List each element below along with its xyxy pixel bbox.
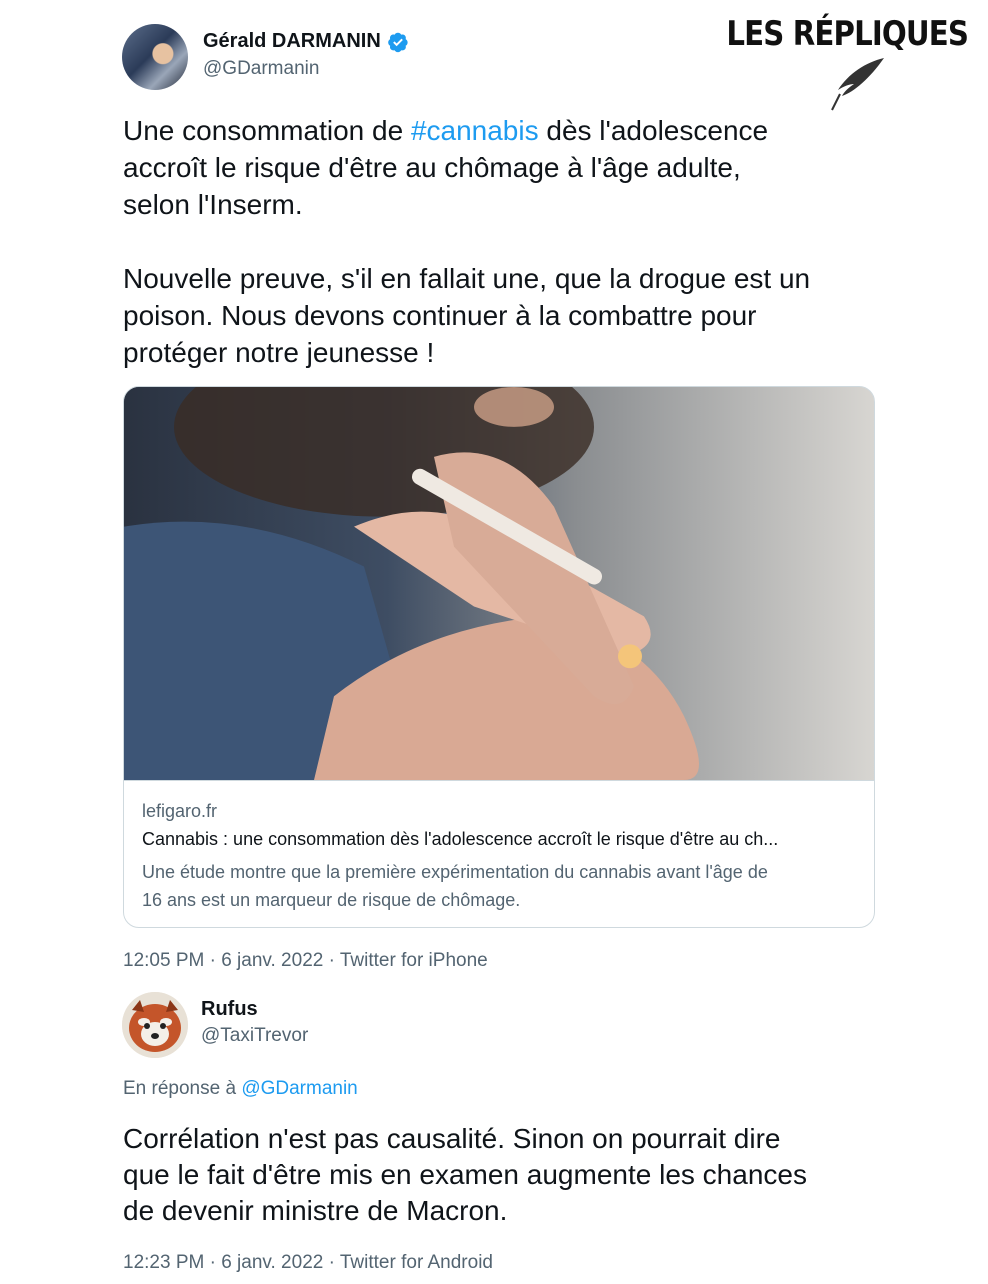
author-handle[interactable]: @TaxiTrevor bbox=[201, 1025, 308, 1047]
card-title: Cannabis : une consommation dès l'adoles… bbox=[142, 829, 779, 849]
tweet-text: Une consommation de #cannabis dès l'adol… bbox=[123, 112, 893, 371]
tweet-text-line: Nouvelle preuve, s'il en fallait une, qu… bbox=[123, 263, 811, 294]
reply-text: Corrélation n'est pas causalité. Sinon o… bbox=[123, 1121, 903, 1229]
tweet-text-line: accroît le risque d'être au chômage à l'… bbox=[123, 152, 741, 183]
author-name-row[interactable]: Rufus bbox=[201, 998, 258, 1021]
card-description: Une étude montre que la première expérim… bbox=[142, 862, 768, 910]
tweet-timestamp[interactable]: 12:05 PM · 6 janv. 2022 · Twitter for iP… bbox=[123, 950, 488, 972]
tweet-text-line: Une consommation de #cannabis dès l'adol… bbox=[123, 115, 769, 146]
reply-context: En réponse à @GDarmanin bbox=[123, 1078, 358, 1099]
tweet-text-line: que le fait d'être mis en examen augment… bbox=[123, 1159, 807, 1190]
author-name[interactable]: Gérald DARMANIN bbox=[203, 30, 381, 53]
quill-icon bbox=[831, 58, 884, 111]
avatar[interactable] bbox=[122, 24, 188, 90]
reply-timestamp[interactable]: 12:23 PM · 6 janv. 2022 · Twitter for An… bbox=[123, 1252, 493, 1274]
avatar[interactable] bbox=[122, 992, 188, 1058]
tweet-screenshot: LES RÉPLIQUES Gérald DARMANIN @GDarmanin… bbox=[0, 0, 988, 1284]
card-image[interactable] bbox=[124, 387, 875, 781]
tweet-text-line: de devenir ministre de Macron. bbox=[123, 1195, 508, 1226]
link-preview-card[interactable]: lefigaro.fr Cannabis : une consommation … bbox=[123, 386, 875, 928]
mention-link[interactable]: @GDarmanin bbox=[241, 1078, 357, 1099]
tweet-text-line: protéger notre jeunesse ! bbox=[123, 337, 435, 368]
brand-logo: LES RÉPLIQUES bbox=[726, 14, 969, 54]
card-domain: lefigaro.fr bbox=[142, 801, 218, 821]
author-name-row[interactable]: Gérald DARMANIN bbox=[203, 30, 409, 53]
author-name[interactable]: Rufus bbox=[201, 998, 258, 1021]
author-handle[interactable]: @GDarmanin bbox=[203, 58, 319, 80]
tweet-text-line: selon l'Inserm. bbox=[123, 189, 303, 220]
hashtag-link[interactable]: #cannabis bbox=[411, 115, 539, 146]
tweet-text-line: poison. Nous devons continuer à la comba… bbox=[123, 300, 757, 331]
tweet-text-line: Corrélation n'est pas causalité. Sinon o… bbox=[123, 1123, 781, 1154]
verified-badge-icon bbox=[387, 32, 408, 52]
